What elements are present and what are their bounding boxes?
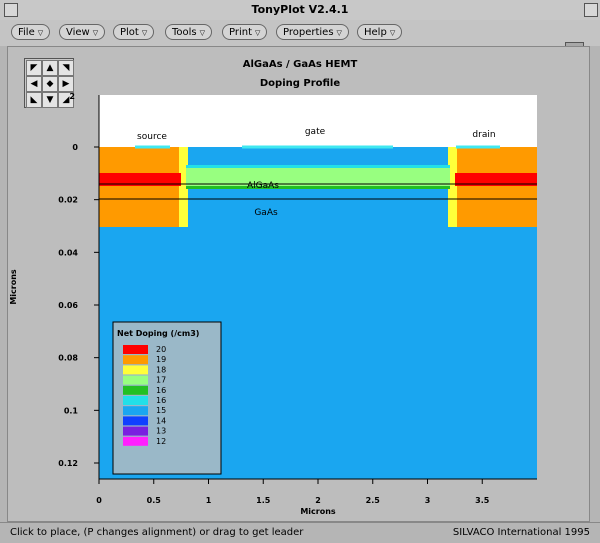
algaas-cyan-edge (186, 165, 450, 168)
legend-swatch (123, 345, 148, 354)
legend-label: 13 (156, 427, 166, 436)
legend-label: 15 (156, 406, 166, 415)
legend-label: 20 (156, 345, 166, 354)
y-tick-label: 0.1 (64, 406, 79, 415)
legend-swatch (123, 385, 148, 395)
y-axis-label: Microns (9, 269, 18, 305)
x-ticks: 0 0.5 1 1.5 2 2.5 3 3.5 (96, 479, 490, 505)
y-tick-label: 0.02 (58, 196, 78, 205)
legend-label: 16 (156, 386, 166, 395)
legend-swatch (123, 426, 148, 436)
x-tick-label: 2 (315, 496, 321, 505)
legend-label: 18 (156, 365, 166, 374)
legend-label: 19 (156, 355, 166, 364)
y-tick-label: 0.08 (58, 354, 78, 363)
y-tick-label: 0.12 (58, 459, 78, 468)
status-message: Click to place, (P changes alignment) or… (10, 527, 304, 538)
plot-subtitle: Doping Profile (260, 78, 340, 89)
algaas-label: AlGaAs (247, 181, 279, 191)
algaas-layer (186, 168, 450, 188)
status-credit: SILVACO International 1995 (452, 527, 590, 538)
y-tick-label: 0.06 (58, 301, 78, 310)
x-tick-label: 0.5 (147, 496, 162, 505)
y-tick-label: 0.04 (58, 248, 78, 257)
x-tick-label: 3 (425, 496, 431, 505)
gaas-label: GaAs (254, 208, 278, 218)
legend-swatch (123, 365, 148, 375)
legend-label: 12 (156, 437, 166, 446)
x-tick-label: 1 (206, 496, 212, 505)
drain-label: drain (472, 130, 495, 140)
x-axis-label: Microns (300, 507, 336, 516)
x-tick-label: 2.5 (366, 496, 381, 505)
x-tick-label: 0 (96, 496, 102, 505)
y-tick-label: 0 (72, 143, 78, 152)
x-tick-label: 3.5 (475, 496, 490, 505)
legend-swatch (123, 396, 148, 405)
x-tick-label: 1.5 (256, 496, 271, 505)
y-ticks: 0 0.02 0.04 0.06 0.08 0.1 0.12 (58, 143, 99, 468)
legend-swatch (123, 406, 148, 416)
legend-title: Net Doping (/cm3) (117, 329, 199, 338)
legend-swatch (123, 436, 148, 446)
legend-swatch (123, 375, 148, 385)
source-label: source (137, 132, 167, 142)
gate-label: gate (305, 127, 326, 137)
legend-label: 16 (156, 396, 166, 405)
algaas-green-edge (186, 186, 450, 189)
legend-label: 17 (156, 376, 166, 385)
legend-swatch (123, 416, 148, 426)
doping-plot: AlGaAs / GaAs HEMT Doping Profile source… (9, 59, 537, 516)
drain-orange (455, 147, 537, 227)
ytick-top: 2 (69, 92, 75, 101)
legend-label: 14 (156, 416, 166, 425)
legend-swatch (123, 355, 148, 365)
source-orange (99, 147, 181, 227)
status-bar: Click to place, (P changes alignment) or… (0, 522, 600, 543)
plot-title: AlGaAs / GaAs HEMT (243, 59, 358, 70)
